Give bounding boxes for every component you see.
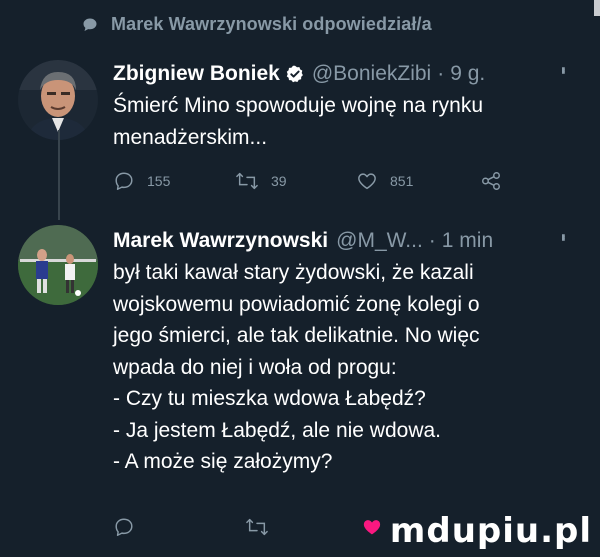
tweet-text-line: menadżerskim...	[113, 125, 268, 149]
reply-button[interactable]	[113, 516, 147, 538]
author-name[interactable]: Zbigniew Boniek	[113, 62, 280, 86]
tweet-text-line: wojskowemu powiadomić żonę kolegi o	[113, 292, 480, 316]
tweet-text: Śmierć Mino spowoduje wojnę na rynku men…	[113, 90, 578, 153]
author-handle[interactable]: @BoniekZibi	[312, 62, 431, 86]
avatar-wawrzynowski[interactable]	[18, 225, 98, 305]
avatar-wawrzynowski-image	[18, 225, 98, 305]
retweet-icon	[236, 172, 258, 190]
author-handle[interactable]: @M_W...	[336, 229, 423, 253]
tweet-header: Marek Wawrzynowski @M_W... · 1 min	[113, 229, 493, 253]
tweet-text-line: - Czy tu mieszka wdowa Łabędź?	[113, 387, 426, 410]
reply-icon	[115, 518, 133, 536]
share-icon	[482, 172, 500, 190]
tweet-text-line: był taki kawał stary żydowski, że kazali	[113, 261, 474, 284]
more-options-icon[interactable]: ···	[553, 66, 573, 72]
share-button[interactable]	[480, 170, 502, 192]
retweet-count: 39	[271, 173, 287, 189]
watermark-text: mdupiu.pl	[389, 511, 592, 551]
like-count: 851	[390, 173, 414, 189]
separator-dot: ·	[428, 229, 436, 252]
tweet-text-line: - Ja jestem Łabędź, ale nie wdowa.	[113, 418, 442, 442]
reply-icon	[115, 172, 133, 190]
tweet-time[interactable]: 9 g.	[450, 62, 485, 86]
avatar-boniek[interactable]	[18, 60, 98, 140]
speech-bubble-icon	[83, 18, 97, 31]
reply-button[interactable]: 155	[113, 170, 170, 192]
tweet-thread: Marek Wawrzynowski odpowiedział/a Zbigni…	[0, 0, 600, 557]
thread-line	[58, 130, 60, 220]
heart-icon	[358, 173, 376, 190]
tweet-text: był taki kawał stary żydowski, że kazali…	[113, 257, 578, 478]
more-options-icon[interactable]: ···	[553, 233, 573, 239]
tweet-header: Zbigniew Boniek @BoniekZibi · 9 g.	[113, 62, 485, 86]
like-button[interactable]: 851	[356, 170, 413, 192]
author-name[interactable]: Marek Wawrzynowski	[113, 229, 328, 253]
watermark: mdupiu.pl	[388, 501, 600, 557]
tweet-time[interactable]: 1 min	[442, 229, 493, 253]
corner-artifact	[594, 0, 600, 16]
reply-count: 155	[147, 173, 171, 189]
heart-filled-icon	[363, 520, 381, 535]
tweet-text-line: jego śmierci, ale tak delikatnie. No wię…	[113, 324, 480, 347]
tweet-actions: 155 39 851	[113, 170, 533, 194]
tweet-text-line: - A może się założymy?	[113, 450, 333, 473]
verified-icon	[286, 65, 303, 83]
avatar-boniek-image	[18, 60, 98, 140]
retweet-button[interactable]	[245, 516, 281, 538]
reply-banner-text: Marek Wawrzynowski odpowiedział/a	[111, 14, 432, 34]
retweet-button[interactable]: 39	[235, 170, 287, 192]
tweet-text-line: wpada do niej i woła od progu:	[113, 355, 397, 379]
separator-dot: ·	[437, 62, 445, 85]
reply-banner: Marek Wawrzynowski odpowiedział/a	[82, 14, 432, 35]
verified-badge-icon	[286, 65, 304, 83]
tweet-text-line: Śmierć Mino spowoduje wojnę na rynku	[113, 94, 484, 117]
retweet-icon	[246, 518, 268, 536]
